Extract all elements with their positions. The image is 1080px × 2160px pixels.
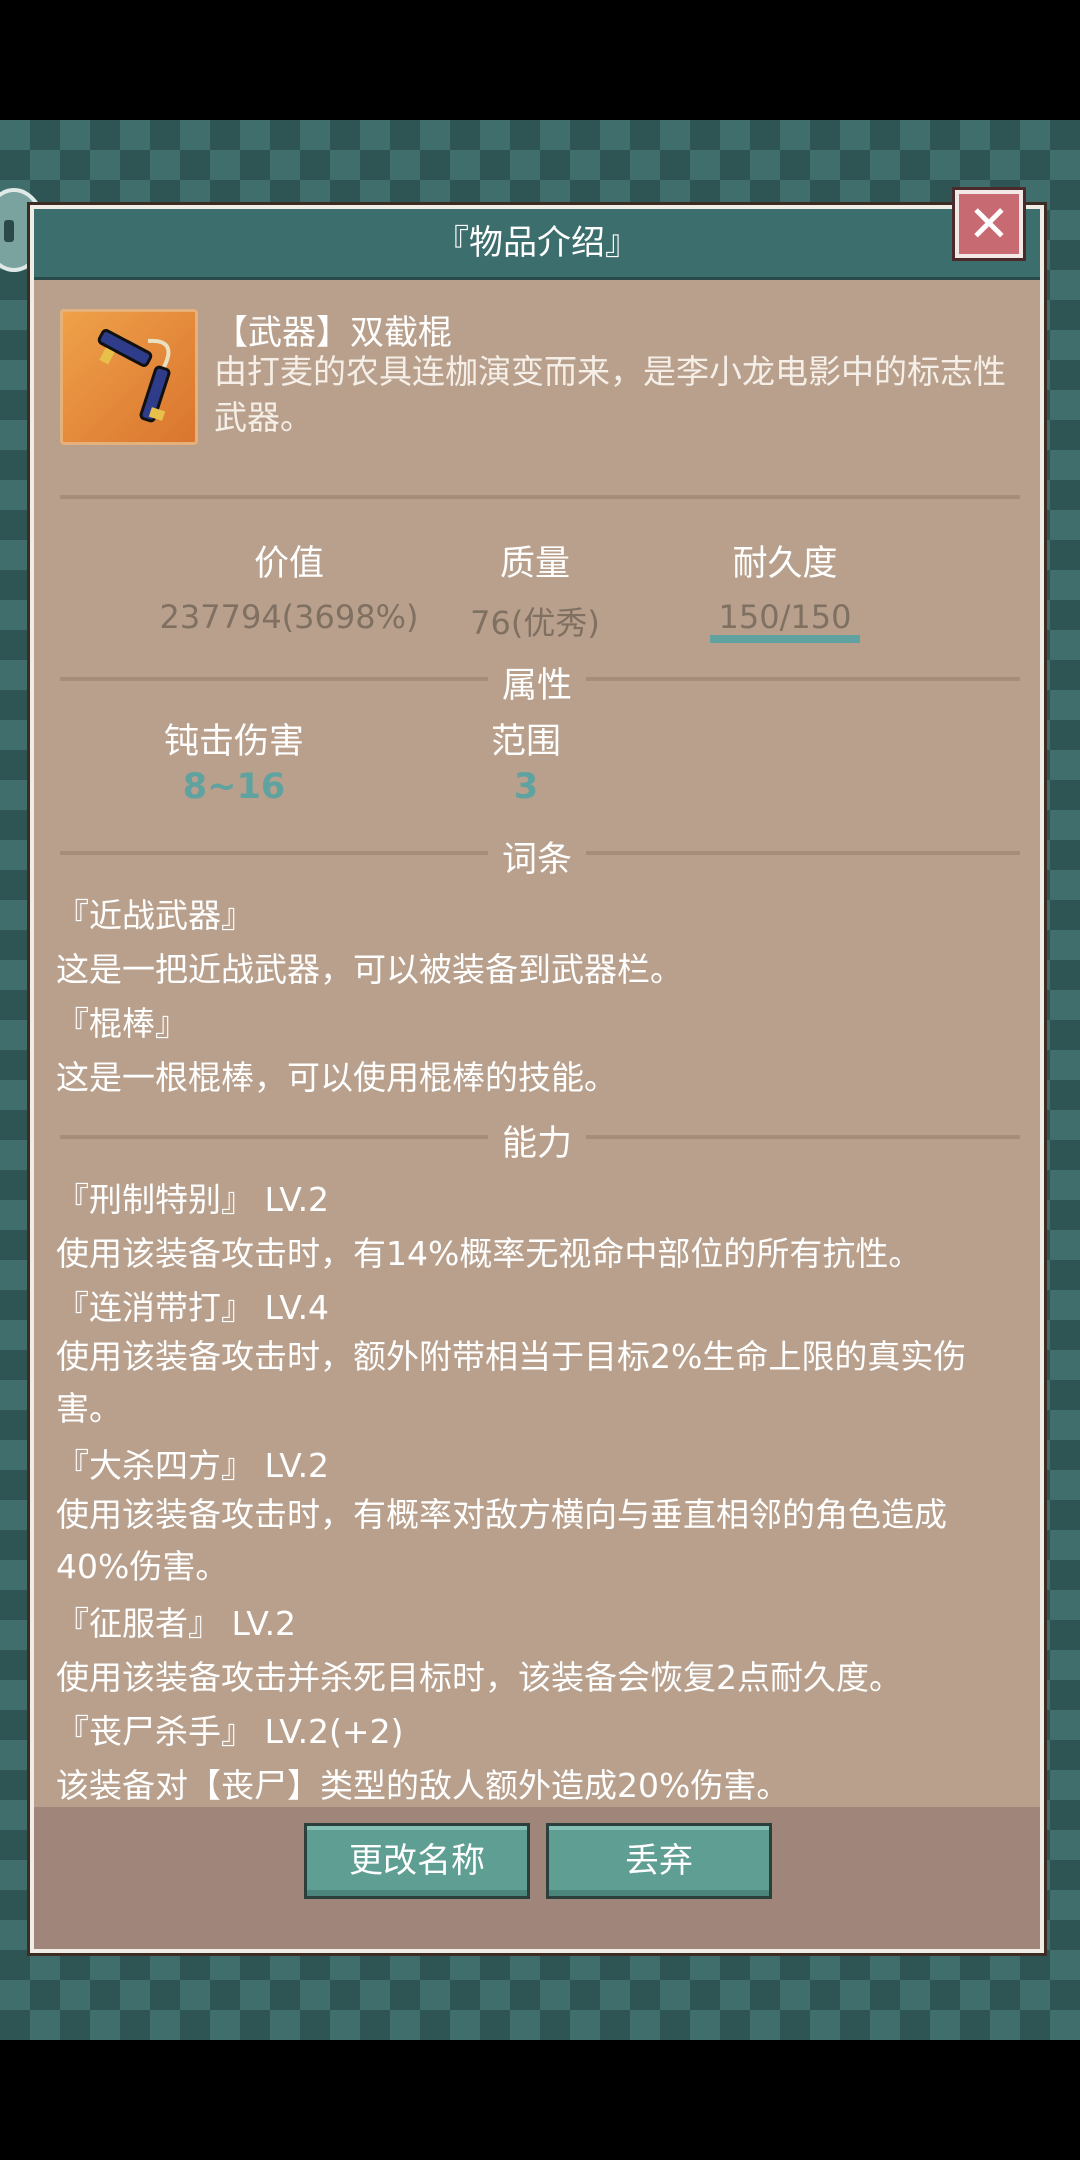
item-name: 【武器】双截棍	[214, 313, 452, 353]
attr-label: 钝击伤害	[163, 722, 304, 762]
ability-desc: 使用该装备攻击时，有14%概率无视命中部位的所有抗性。	[56, 1234, 922, 1273]
stat-durability: 耐久度 150/150	[650, 535, 920, 636]
close-button[interactable]: ✕	[955, 190, 1023, 258]
ability-name: 『刑制特别』 LV.2	[56, 1180, 330, 1219]
ability-name: 『大杀四方』 LV.2	[56, 1446, 330, 1485]
trait-name: 『近战武器』	[56, 896, 254, 935]
ability-desc: 使用该装备攻击时，额外附带相当于目标2%生命上限的真实伤害。	[56, 1337, 967, 1428]
stat-label: 质量	[499, 544, 570, 584]
close-icon: ✕	[968, 195, 1010, 253]
navigation-bar	[0, 2040, 1080, 2160]
status-bar	[0, 0, 1080, 120]
section-title-attributes: 属性	[34, 657, 1040, 708]
attr-value: 8~16	[182, 767, 286, 807]
section-title-traits: 词条	[34, 831, 1040, 882]
ability-desc: 该装备对【丧尸】类型的敌人额外造成20%伤害。	[56, 1766, 790, 1805]
section-title-abilities: 能力	[34, 1115, 1040, 1166]
stat-label: 价值	[253, 544, 324, 584]
attr-label: 范围	[490, 722, 561, 762]
stat-number: 237794(3698%)	[159, 598, 419, 636]
discard-button[interactable]: 丢弃	[546, 1823, 772, 1899]
attr-value: 3	[513, 767, 539, 807]
stat-number: 150/150	[718, 598, 852, 636]
rename-button[interactable]: 更改名称	[304, 1823, 530, 1899]
stat-label: 耐久度	[732, 544, 838, 584]
ability-desc: 使用该装备攻击并杀死目标时，该装备会恢复2点耐久度。	[56, 1658, 902, 1697]
trait-name: 『棍棒』	[56, 1004, 188, 1043]
ability-name: 『征服者』 LV.2	[56, 1604, 297, 1643]
item-description: 由打麦的农具连枷演变而来，是李小龙电影中的标志性武器。	[214, 352, 1006, 437]
stat-number: 76(优秀)	[470, 604, 600, 642]
durability-bar	[710, 635, 860, 643]
section-title-text: 词条	[487, 840, 586, 880]
ability-name: 『丧尸杀手』 LV.2(+2)	[56, 1712, 404, 1751]
section-title-text: 能力	[487, 1124, 586, 1164]
section-title-text: 属性	[487, 666, 586, 706]
stat-quality: 质量 76(优秀)	[400, 535, 670, 644]
panel-content[interactable]: 【武器】双截棍 由打麦的农具连枷演变而来，是李小龙电影中的标志性武器。 价值 2…	[34, 277, 1040, 1807]
item-info-panel: 『物品介绍』 【武器】双截棍 由打麦的农具连枷演变而来，是李小龙电影中的标志性武…	[30, 205, 1044, 1953]
nunchaku-icon	[60, 309, 198, 445]
panel-title: 『物品介绍』	[34, 209, 1040, 280]
ability-name: 『连消带打』 LV.4	[56, 1288, 330, 1327]
divider	[60, 495, 1020, 499]
trait-desc: 这是一根棍棒，可以使用棍棒的技能。	[56, 1058, 617, 1097]
ability-desc: 使用该装备攻击时，有概率对敌方横向与垂直相邻的角色造成40%伤害。	[56, 1495, 947, 1586]
stat-value: 价值 237794(3698%)	[154, 535, 424, 636]
panel-footer: 更改名称 丢弃	[34, 1807, 1040, 1949]
trait-desc: 这是一把近战武器，可以被装备到武器栏。	[56, 950, 683, 989]
